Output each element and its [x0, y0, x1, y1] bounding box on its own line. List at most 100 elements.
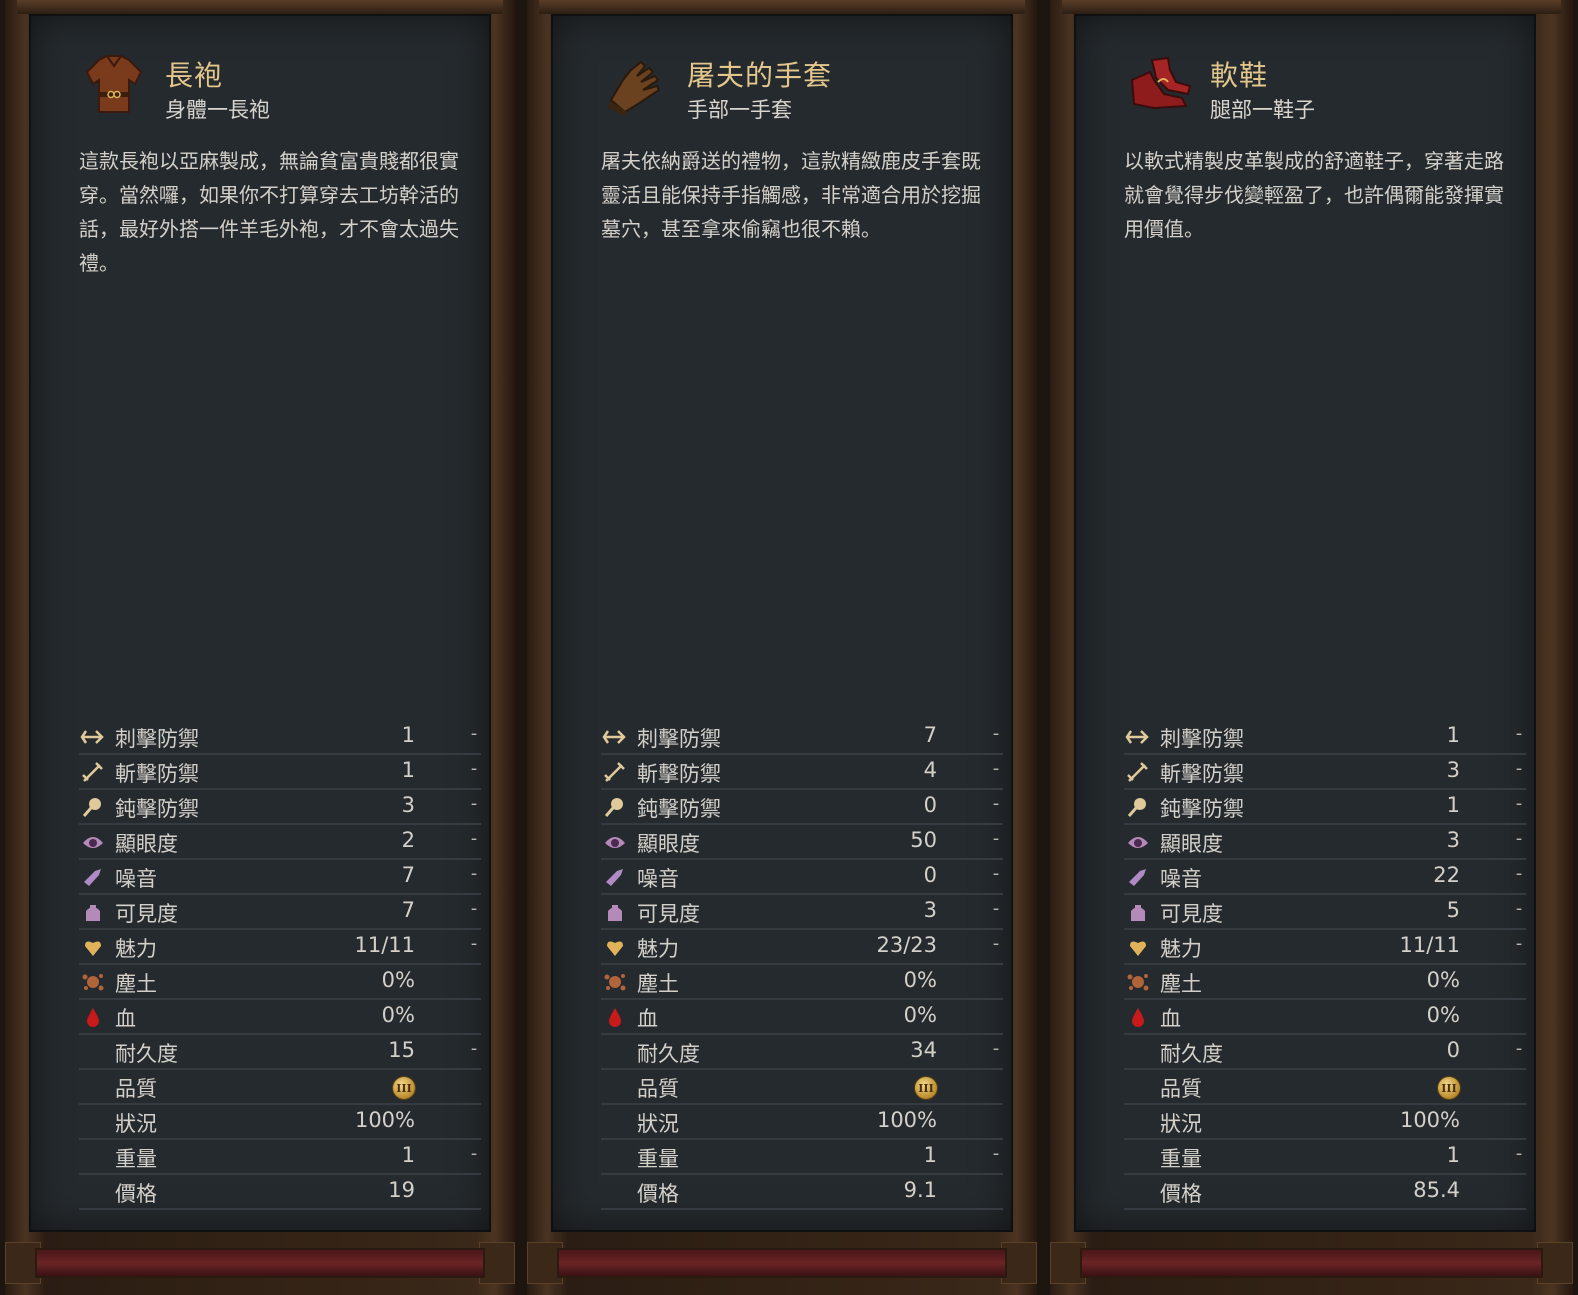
item-name: 軟鞋 [1210, 59, 1269, 92]
stat-row-noise: 噪音 0 - [601, 860, 1003, 895]
stat-label: 刺擊防禦 [115, 727, 199, 751]
stat-value: 0% [381, 1003, 415, 1027]
item-tooltip-frame: 軟鞋 腿部一鞋子 以軟式精製皮革製成的舒適鞋子，穿著走路就會覺得步伐變輕盈了，也… [1050, 0, 1573, 1295]
stat-value: 1 [401, 723, 415, 747]
stat-row-noise: 噪音 22 - [1124, 860, 1526, 895]
stat-label: 狀況 [637, 1112, 679, 1136]
stat-value: 7 [923, 723, 937, 747]
stat-value: 34 [910, 1038, 937, 1062]
stat-row-slash: 斬擊防禦 3 - [1124, 755, 1526, 790]
quality-badge-icon: III [1438, 1077, 1460, 1099]
stat-label: 塵土 [637, 972, 679, 996]
stat-row-dirt: 塵土 0% [601, 965, 1003, 1000]
stat-value: 19 [388, 1178, 415, 1202]
stat-row-weight: 重量 1 - [1124, 1140, 1526, 1175]
item-slot: 身體一長袍 [165, 98, 270, 122]
stats-table: 刺擊防禦 1 - 斬擊防禦 3 - 鈍擊防禦 1 - 顯眼度 3 - 噪音 22 - 可見度 5 - 魅力 11/11… [1124, 720, 1526, 1210]
stat-label: 鈍擊防禦 [115, 797, 199, 821]
stat-row-charisma: 魅力 11/11 - [79, 930, 481, 965]
stat-row-price: 價格 9.1 [601, 1175, 1003, 1210]
stat-label: 耐久度 [115, 1042, 178, 1066]
stats-table: 刺擊防禦 1 - 斬擊防禦 1 - 鈍擊防禦 3 - 顯眼度 2 - 噪音 7 - 可見度 7 - 魅力 11/11 -… [79, 720, 481, 1210]
heart-charisma-icon [601, 935, 629, 959]
stat-label: 可見度 [115, 902, 178, 926]
stat-row-blood: 血 0% [601, 1000, 1003, 1035]
stat-label: 斬擊防禦 [1160, 762, 1244, 786]
quality-badge-icon: III [915, 1077, 937, 1099]
item-name: 屠夫的手套 [687, 59, 833, 92]
horn-noise-icon [1124, 865, 1152, 889]
stat-value: 50 [910, 828, 937, 852]
lamp-visibility-icon [601, 900, 629, 924]
shoes-icon [1130, 56, 1192, 110]
stat-row-price: 價格 19 [79, 1175, 481, 1210]
lamp-visibility-icon [1124, 900, 1152, 924]
stat-diff: - [992, 863, 1000, 884]
sword-slash-icon [601, 760, 629, 784]
stat-label: 狀況 [1160, 1112, 1202, 1136]
stat-label: 重量 [637, 1147, 679, 1171]
stat-value: 0 [923, 863, 937, 887]
stat-row-noise: 噪音 7 - [79, 860, 481, 895]
item-tooltip-panel: 軟鞋 腿部一鞋子 以軟式精製皮革製成的舒適鞋子，穿著走路就會覺得步伐變輕盈了，也… [1074, 14, 1536, 1232]
arrow-pierce-icon [1124, 725, 1152, 749]
stat-diff: - [470, 1038, 478, 1059]
stat-value: 15 [388, 1038, 415, 1062]
stat-value: 22 [1433, 863, 1460, 887]
stat-value: 0% [1426, 968, 1460, 992]
stat-diff: - [470, 898, 478, 919]
arrow-pierce-icon [601, 725, 629, 749]
item-slot: 腿部一鞋子 [1210, 98, 1315, 122]
stat-label: 耐久度 [637, 1042, 700, 1066]
stat-value: 100% [876, 1108, 937, 1132]
stat-diff: - [470, 758, 478, 779]
stat-label: 耐久度 [1160, 1042, 1223, 1066]
quality-badge-icon: III [393, 1077, 415, 1099]
stat-value: 1 [401, 1143, 415, 1167]
stat-row-pierce: 刺擊防禦 7 - [601, 720, 1003, 755]
stat-value: 3 [1446, 828, 1460, 852]
stat-value: 1 [1446, 793, 1460, 817]
stats-table: 刺擊防禦 7 - 斬擊防禦 4 - 鈍擊防禦 0 - 顯眼度 50 - 噪音 0 - 可見度 3 - 魅力 23/23… [601, 720, 1003, 1210]
stat-diff: - [1515, 1038, 1523, 1059]
stat-label: 鈍擊防禦 [1160, 797, 1244, 821]
stat-label: 噪音 [1160, 867, 1202, 891]
sword-slash-icon [1124, 760, 1152, 784]
lamp-visibility-icon [79, 900, 107, 924]
sword-slash-icon [79, 760, 107, 784]
stat-diff: - [470, 863, 478, 884]
stat-value: 4 [923, 758, 937, 782]
blood-drop-icon [79, 1005, 107, 1029]
stat-value: 100% [354, 1108, 415, 1132]
stat-diff: - [470, 933, 478, 954]
stat-row-weight: 重量 1 - [601, 1140, 1003, 1175]
stat-diff: - [992, 723, 1000, 744]
bottom-bar [1080, 1248, 1543, 1278]
stat-value: 2 [401, 828, 415, 852]
stat-value: 7 [401, 898, 415, 922]
stat-row-quality: 品質 III [601, 1070, 1003, 1105]
arrow-pierce-icon [79, 725, 107, 749]
stat-value: 1 [1446, 723, 1460, 747]
stat-value: 1 [923, 1143, 937, 1167]
stat-diff: - [1515, 863, 1523, 884]
stat-value: 0% [903, 968, 937, 992]
stat-label: 塵土 [1160, 972, 1202, 996]
blood-drop-icon [1124, 1005, 1152, 1029]
stat-row-conspicuousness: 顯眼度 2 - [79, 825, 481, 860]
stat-row-blunt: 鈍擊防禦 0 - [601, 790, 1003, 825]
stat-value: 0% [381, 968, 415, 992]
stat-row-durability: 耐久度 34 - [601, 1035, 1003, 1070]
dirt-splat-icon [1124, 970, 1152, 994]
stat-row-quality: 品質 III [1124, 1070, 1526, 1105]
stat-row-conspicuousness: 顯眼度 3 - [1124, 825, 1526, 860]
item-description: 這款長袍以亞麻製成，無論貧富貴賤都很實穿。當然囉，如果你不打算穿去工坊幹活的話，… [79, 149, 459, 275]
horn-noise-icon [79, 865, 107, 889]
stat-label: 刺擊防禦 [1160, 727, 1244, 751]
stat-row-quality: 品質 III [79, 1070, 481, 1105]
stat-label: 斬擊防禦 [115, 762, 199, 786]
stat-row-slash: 斬擊防禦 1 - [79, 755, 481, 790]
stat-diff: - [992, 898, 1000, 919]
dirt-splat-icon [79, 970, 107, 994]
item-tooltip-panel: 屠夫的手套 手部一手套 屠夫依納爵送的禮物，這款精緻鹿皮手套既靈活且能保持手指觸… [551, 14, 1013, 1232]
